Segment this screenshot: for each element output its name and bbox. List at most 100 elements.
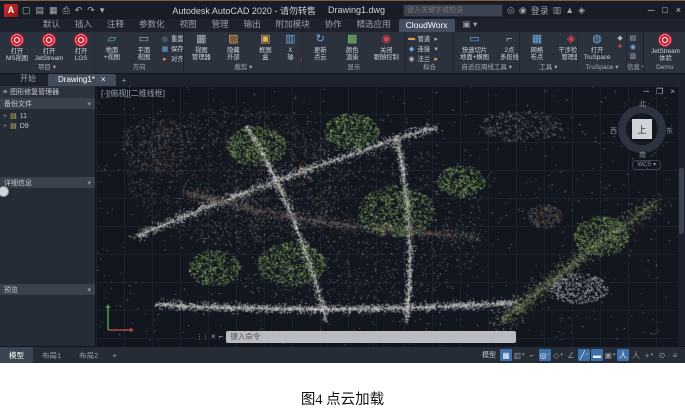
panel-label-clip[interactable]: 裁剪 ▾ bbox=[184, 63, 302, 73]
tab-home[interactable]: 默认 bbox=[36, 17, 67, 32]
3d-osnap-toggle-icon[interactable]: 人 bbox=[617, 349, 629, 361]
tab-cloudworx[interactable]: CloudWorx bbox=[399, 19, 455, 32]
dynamic-ucs-icon[interactable]: 人 bbox=[630, 349, 642, 361]
tab-manage[interactable]: 管理 bbox=[205, 17, 236, 32]
tree-item-d9[interactable]: + ▤ D9 bbox=[3, 121, 92, 131]
maximize-button[interactable]: □ bbox=[662, 5, 667, 15]
tab-featured-apps[interactable]: 精选应用 bbox=[350, 17, 398, 32]
fence-box-button[interactable]: ▣ 框图 盒 bbox=[250, 33, 280, 61]
layout-tab-model[interactable]: 模型 bbox=[0, 347, 33, 363]
plot-icon[interactable]: ⎙ bbox=[63, 5, 70, 16]
sign-in-link[interactable]: 登录 bbox=[531, 4, 549, 17]
open-truspace-button[interactable]: ◍ 打开 TruSpace bbox=[580, 33, 614, 61]
search-icon[interactable]: ◎ bbox=[507, 5, 515, 16]
help-icon[interactable]: ◈ bbox=[578, 5, 585, 16]
open-icon[interactable]: ▤ bbox=[36, 5, 45, 16]
file-tab-close-icon[interactable]: × bbox=[101, 75, 106, 84]
new-icon[interactable]: ▢ bbox=[22, 5, 31, 16]
wcs-dropdown[interactable]: WCS ▾ bbox=[632, 160, 661, 170]
panel-label-orientation[interactable]: 方向 bbox=[95, 63, 183, 73]
open-jetstream-button[interactable]: 打开 JetStream bbox=[34, 33, 64, 62]
command-customize-icon[interactable]: ⌐ bbox=[219, 332, 224, 341]
file-tab-drawing1[interactable]: Drawing1* × bbox=[48, 74, 116, 86]
quick-slice-button[interactable]: ▭ 快速切片 地面+横图 bbox=[456, 33, 492, 61]
flange-extra-icon[interactable]: ▸ bbox=[432, 55, 440, 63]
model-space-indicator[interactable]: 模型 bbox=[482, 350, 496, 360]
file-tab-start[interactable]: 开始 bbox=[10, 72, 46, 86]
command-close-icon[interactable]: × bbox=[211, 332, 216, 341]
drawing-close-icon[interactable]: × bbox=[670, 87, 675, 96]
two-point-polyline-button[interactable]: ⌐ 2点 多段线 bbox=[494, 33, 518, 61]
collapse-icon[interactable]: ▾ bbox=[87, 286, 91, 294]
pipe-fit-button[interactable]: ▬管道▸ bbox=[408, 34, 441, 43]
iso-draft-toggle-icon[interactable]: ◇ bbox=[552, 349, 564, 361]
ortho-toggle-icon[interactable]: ⌐ bbox=[526, 349, 538, 361]
view-manager-button[interactable]: ▦ 视图 管理器 bbox=[186, 33, 216, 61]
section-header-details[interactable]: 详细信息 ▾ bbox=[0, 177, 95, 188]
selection-cycle-icon[interactable]: ▣ bbox=[604, 349, 616, 361]
plan-view-button[interactable]: ▭ 平面 视图 bbox=[129, 33, 159, 61]
annotation-scale-icon[interactable]: + bbox=[643, 349, 655, 361]
cart-icon[interactable]: ▥ bbox=[553, 5, 562, 16]
appstore-icon[interactable]: ▲ bbox=[565, 5, 574, 15]
regen-pointcloud-button[interactable]: ↻ 更新 点云 bbox=[305, 33, 335, 61]
connect-extra-icon[interactable]: ▾ bbox=[432, 45, 440, 53]
flange-fit-button[interactable]: ◉法兰▸ bbox=[408, 54, 441, 63]
viewcube[interactable]: 上 北 东 南 西 bbox=[615, 102, 669, 156]
osnap-toggle-icon[interactable]: ╱ bbox=[578, 349, 590, 361]
reset-world-button[interactable]: ◎重置到世界系 bbox=[161, 34, 183, 43]
tab-addins[interactable]: 附加模块 bbox=[269, 17, 317, 32]
help-search-input[interactable] bbox=[403, 4, 503, 17]
hide-outside-button[interactable]: ▨ 隐藏 外部 bbox=[218, 33, 248, 61]
command-input[interactable] bbox=[226, 331, 516, 343]
drawing-minimize-icon[interactable]: ─ bbox=[643, 87, 649, 96]
align-view-button[interactable]: ▸对齐视图 bbox=[161, 54, 183, 63]
truspace-extra2-icon[interactable]: ● bbox=[616, 43, 624, 50]
autocad-logo-icon[interactable]: A bbox=[4, 4, 18, 17]
collapse-icon[interactable]: ▾ bbox=[87, 179, 91, 187]
drawing-restore-icon[interactable]: ❐ bbox=[656, 87, 663, 96]
collapse-icon[interactable]: ▾ bbox=[87, 100, 91, 108]
connect-fit-button[interactable]: ◆连接▾ bbox=[408, 44, 441, 53]
panel-label-demo[interactable]: Demo bbox=[644, 63, 685, 73]
workspace-gear-icon[interactable]: ⊙ bbox=[656, 349, 668, 361]
panel-label-info[interactable]: 信息 ▾ bbox=[627, 63, 644, 73]
viewport-controls-label[interactable]: [-][俯视][二维线框] bbox=[101, 88, 165, 99]
panel-label-fit[interactable]: 拟合 bbox=[406, 63, 454, 73]
tab-parametric[interactable]: 参数化 bbox=[132, 17, 172, 32]
user-icon[interactable]: ◉ bbox=[519, 5, 527, 16]
tab-collaborate[interactable]: 协作 bbox=[318, 17, 349, 32]
minimize-button[interactable]: ─ bbox=[648, 5, 654, 15]
tab-annotate[interactable]: 注释 bbox=[100, 17, 131, 32]
clip-forward-button[interactable]: ◂向前 bbox=[300, 34, 302, 43]
otrack-toggle-icon[interactable]: ∠ bbox=[565, 349, 577, 361]
layout-tab-layout2[interactable]: 布局2 bbox=[70, 347, 107, 363]
info-copy-icon[interactable]: ▤ bbox=[629, 34, 637, 42]
viewcube-top-face[interactable]: 上 bbox=[632, 119, 652, 139]
info-doc-icon[interactable]: ▥ bbox=[629, 52, 637, 60]
close-button[interactable]: × bbox=[676, 5, 681, 15]
truspace-extra1-icon[interactable]: ◆ bbox=[616, 34, 624, 42]
compass-south[interactable]: 南 bbox=[639, 150, 646, 160]
panel-label-tools[interactable]: 工具 ▾ bbox=[520, 63, 577, 73]
clip-off-button[interactable]: ▧关闭裁剪 bbox=[300, 54, 302, 63]
panel-label-display[interactable]: 显示 bbox=[303, 63, 404, 73]
clash-manager-button[interactable]: ◈ 干涉检查 管理器 bbox=[554, 33, 577, 61]
expand-icon[interactable]: + bbox=[3, 123, 7, 130]
snap-toggle-icon[interactable]: ▥ bbox=[513, 349, 525, 361]
pipe-extra-icon[interactable]: ▸ bbox=[432, 35, 440, 43]
info-about-icon[interactable]: ◉ bbox=[629, 43, 637, 51]
open-lgs-button[interactable]: 打开 LGS bbox=[66, 33, 94, 62]
viewport-scrollbar[interactable] bbox=[678, 86, 685, 346]
tree-item-11[interactable]: + ▤ 11 bbox=[3, 111, 92, 121]
panel-menu-icon[interactable]: ≡ bbox=[3, 89, 7, 96]
panel-label-truspace[interactable]: TruSpace ▾ bbox=[578, 63, 626, 73]
section-header-backup-files[interactable]: 备份文件 ▾ bbox=[0, 98, 95, 109]
grid-points-button[interactable]: ▦ 网格 布点 bbox=[522, 33, 552, 61]
tab-view[interactable]: 视图 bbox=[173, 17, 204, 32]
color-render-button[interactable]: ▩ 颜色 渲染 bbox=[337, 33, 367, 61]
command-grip-handle[interactable]: ⋮⋮ bbox=[196, 333, 208, 341]
new-drawing-tab-button[interactable]: + bbox=[118, 75, 131, 86]
disable-follow-button[interactable]: ◉ 关闭 跟随控制 bbox=[369, 33, 403, 61]
clip-back-button[interactable]: ▸回退 bbox=[300, 44, 302, 53]
